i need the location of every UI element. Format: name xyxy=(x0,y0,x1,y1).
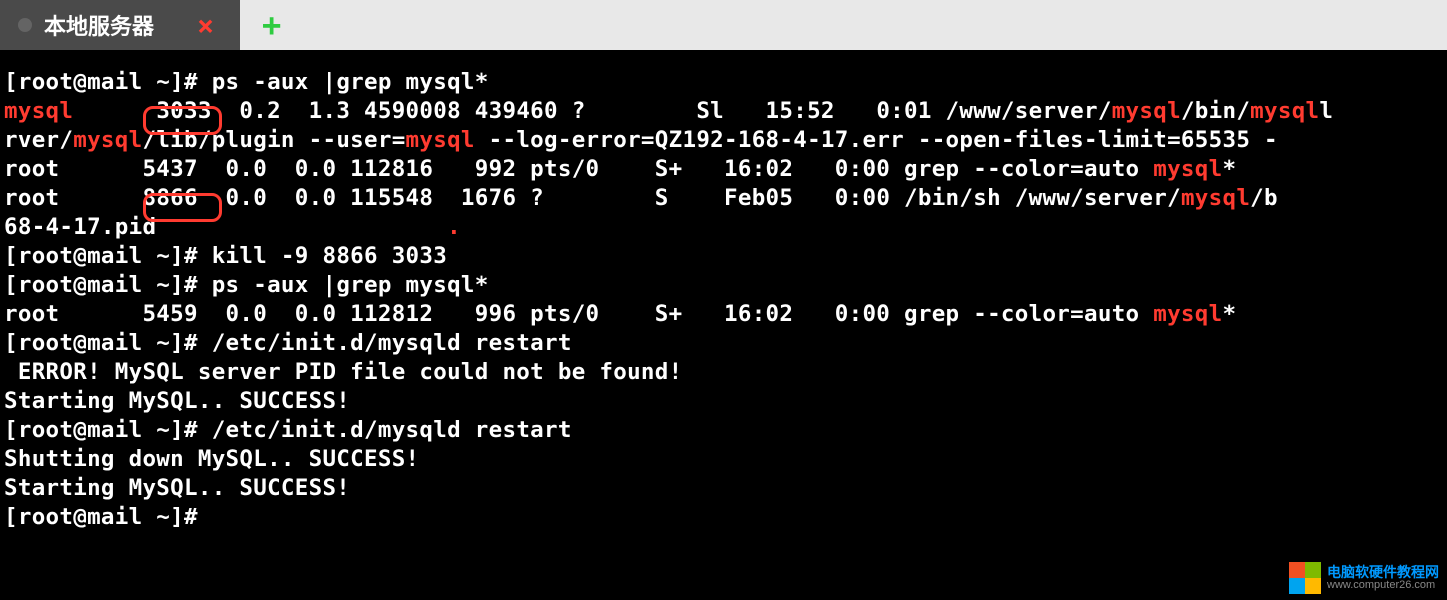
ps-line: * xyxy=(1222,301,1236,327)
command: /etc/init.d/mysqld restart xyxy=(198,330,572,356)
prompt: [root@mail ~]# xyxy=(4,417,198,443)
ps-line: * xyxy=(1222,156,1236,182)
prompt: [root@mail ~]# xyxy=(4,330,198,356)
ps-line: /lib/plugin --user= xyxy=(142,127,405,153)
command: kill -9 8866 3033 xyxy=(198,243,447,269)
ps-pid: 8866 xyxy=(142,185,197,211)
watermark-url: www.computer26.com xyxy=(1327,580,1439,592)
prompt: [root@mail ~]# xyxy=(4,504,198,530)
status-line: Starting MySQL.. SUCCESS! xyxy=(4,388,350,414)
prompt: [root@mail ~]# xyxy=(4,69,198,95)
status-line: Shutting down MySQL.. SUCCESS! xyxy=(4,446,419,472)
ps-pid: 3033 xyxy=(156,98,211,124)
ps-line: root 5459 0.0 0.0 112812 996 pts/0 S+ 16… xyxy=(4,301,1153,327)
close-icon[interactable]: × xyxy=(189,9,222,42)
hl-mysql: mysql xyxy=(1153,156,1222,182)
ps-line: /b xyxy=(1250,185,1278,211)
hl-mysql: mysql xyxy=(406,127,475,153)
ps-line: root 5437 0.0 0.0 112816 992 pts/0 S+ 16… xyxy=(4,156,1153,182)
ps-line: /bin/ xyxy=(1181,98,1250,124)
hl-mysql: mysql xyxy=(1112,98,1181,124)
prompt: [root@mail ~]# xyxy=(4,272,198,298)
hl-mysql: mysql xyxy=(1181,185,1250,211)
ps-line: --log-error=QZ192-168-4-17.err --open-fi… xyxy=(475,127,1278,153)
ps-line: l xyxy=(1319,98,1333,124)
tab-status-dot-icon xyxy=(18,18,32,32)
hl-mysql: mysql xyxy=(1153,301,1222,327)
status-line: Starting MySQL.. SUCCESS! xyxy=(4,475,350,501)
command: /etc/init.d/mysqld restart xyxy=(198,417,572,443)
dot-icon: . xyxy=(447,214,461,240)
tab-bar: 本地服务器 × + xyxy=(0,0,1447,50)
command: ps -aux |grep mysql* xyxy=(198,69,489,95)
plus-icon: + xyxy=(262,6,281,44)
ps-line: root xyxy=(4,185,142,211)
windows-logo-icon xyxy=(1289,562,1321,594)
ps-user: mysql xyxy=(4,98,73,124)
watermark-title: 电脑软硬件教程网 xyxy=(1327,565,1439,580)
command: ps -aux |grep mysql* xyxy=(198,272,489,298)
ps-line: 0.2 1.3 4590008 439460 ? Sl 15:52 0:01 /… xyxy=(212,98,1112,124)
terminal-output[interactable]: [root@mail ~]# ps -aux |grep mysql* mysq… xyxy=(0,50,1447,536)
ps-line: rver/ xyxy=(4,127,73,153)
add-tab-button[interactable]: + xyxy=(240,0,303,50)
tab-title: 本地服务器 xyxy=(44,9,177,41)
ps-line: 0.0 0.0 115548 1676 ? S Feb05 0:00 /bin/… xyxy=(198,185,1181,211)
error-line: ERROR! MySQL server PID file could not b… xyxy=(4,359,682,385)
watermark: 电脑软硬件教程网 www.computer26.com xyxy=(1289,562,1439,594)
tab-local-server[interactable]: 本地服务器 × xyxy=(0,0,240,50)
hl-mysql: mysql xyxy=(73,127,142,153)
prompt: [root@mail ~]# xyxy=(4,243,198,269)
ps-line: 68-4-17.pid xyxy=(4,214,156,240)
hl-mysql: mysql xyxy=(1250,98,1319,124)
